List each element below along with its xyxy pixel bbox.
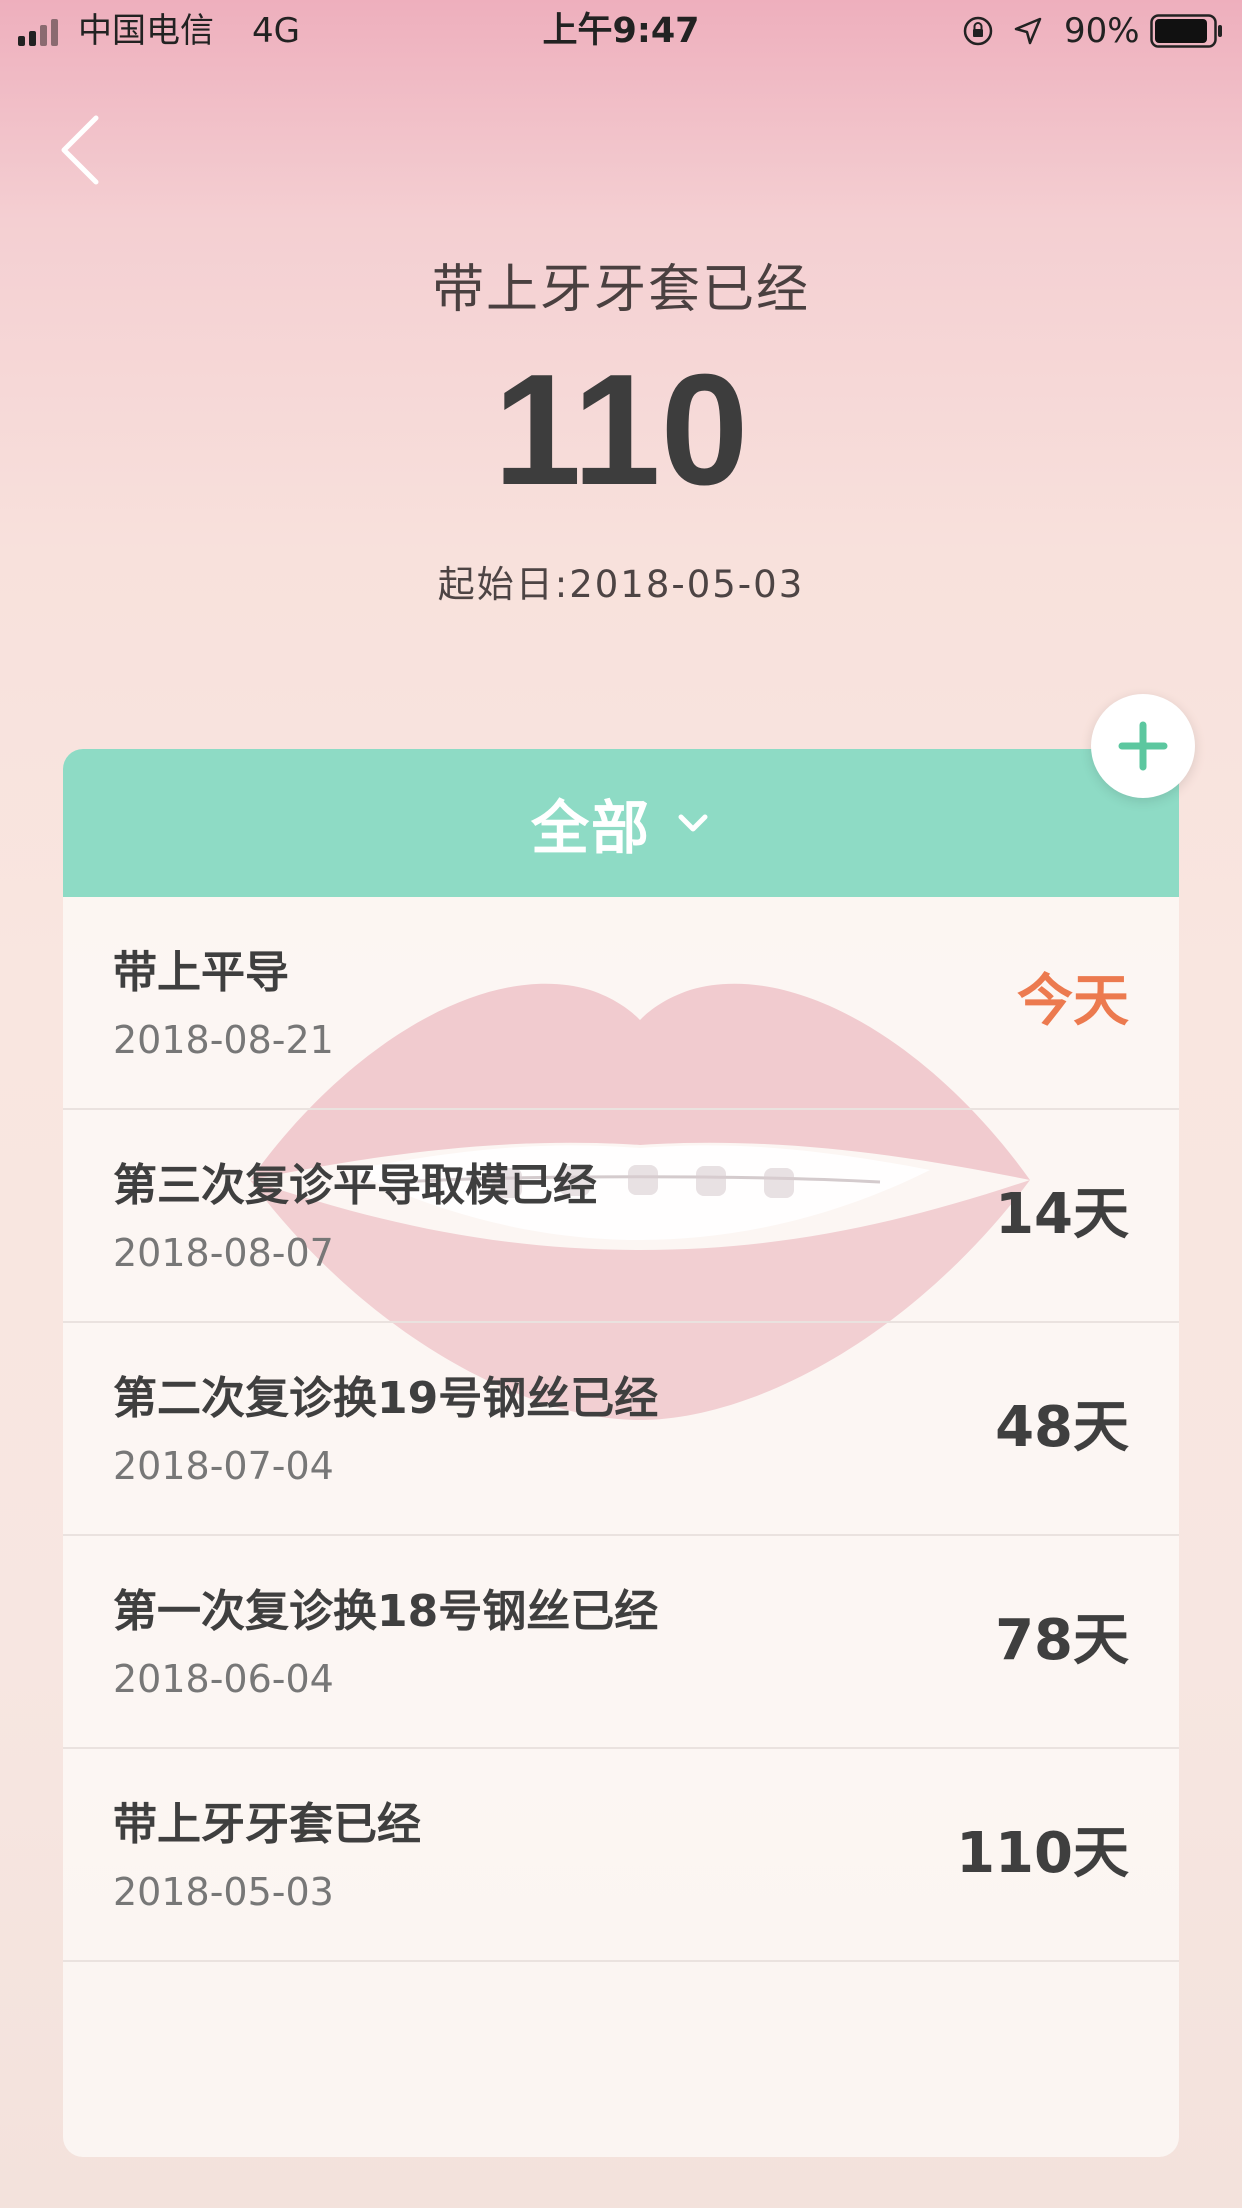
record-title: 带上平导 (113, 947, 289, 998)
status-bar: 中国电信 4G 上午9:47 90% (0, 0, 1242, 62)
record-days: 110天 (956, 1821, 1129, 1886)
filter-dropdown[interactable]: 全部 (63, 749, 1179, 897)
list-item[interactable]: 带上平导 2018-08-21 今天 (63, 897, 1179, 1110)
record-days: 今天 (1017, 969, 1129, 1034)
record-date: 2018-08-07 (113, 1231, 334, 1275)
record-days: 48天 (995, 1395, 1129, 1460)
record-title: 第一次复诊换18号钢丝已经 (113, 1586, 659, 1637)
add-record-button[interactable] (1091, 694, 1195, 798)
record-title: 第三次复诊平导取模已经 (113, 1160, 597, 1211)
back-button[interactable] (56, 110, 112, 190)
list-item[interactable]: 第三次复诊平导取模已经 2018-08-07 14天 (63, 1110, 1179, 1323)
filter-label: 全部 (530, 794, 651, 862)
record-title: 带上牙牙套已经 (113, 1799, 421, 1850)
start-date-label: 起始日:2018-05-03 (437, 563, 805, 606)
plus-icon (1118, 721, 1168, 771)
list-item[interactable]: 第二次复诊换19号钢丝已经 2018-07-04 48天 (63, 1323, 1179, 1536)
battery-percentage: 90% (1064, 11, 1140, 51)
chevron-down-icon (678, 814, 708, 832)
record-days: 78天 (995, 1608, 1129, 1673)
list-item[interactable]: 第一次复诊换18号钢丝已经 2018-06-04 78天 (63, 1536, 1179, 1749)
record-title: 第二次复诊换19号钢丝已经 (113, 1373, 659, 1424)
records-list: 带上平导 2018-08-21 今天 第三次复诊平导取模已经 2018-08-0… (63, 897, 1179, 1962)
location-icon (1014, 17, 1042, 45)
orientation-lock-icon (963, 16, 993, 46)
record-date: 2018-06-04 (113, 1657, 334, 1701)
page-title: 带上牙牙套已经 (431, 260, 810, 320)
records-card: 全部 带上平导 2018-08-21 今天 第三次复诊平导取模已经 2018-0… (63, 749, 1179, 2157)
list-item[interactable]: 带上牙牙套已经 2018-05-03 110天 (63, 1749, 1179, 1962)
status-time: 上午9:47 (542, 11, 700, 51)
record-date: 2018-05-03 (113, 1870, 334, 1914)
record-date: 2018-07-04 (113, 1444, 334, 1488)
record-date: 2018-08-21 (113, 1018, 334, 1062)
battery-icon (1150, 14, 1222, 48)
record-days: 14天 (995, 1182, 1129, 1247)
total-days-count: 110 (493, 342, 749, 518)
